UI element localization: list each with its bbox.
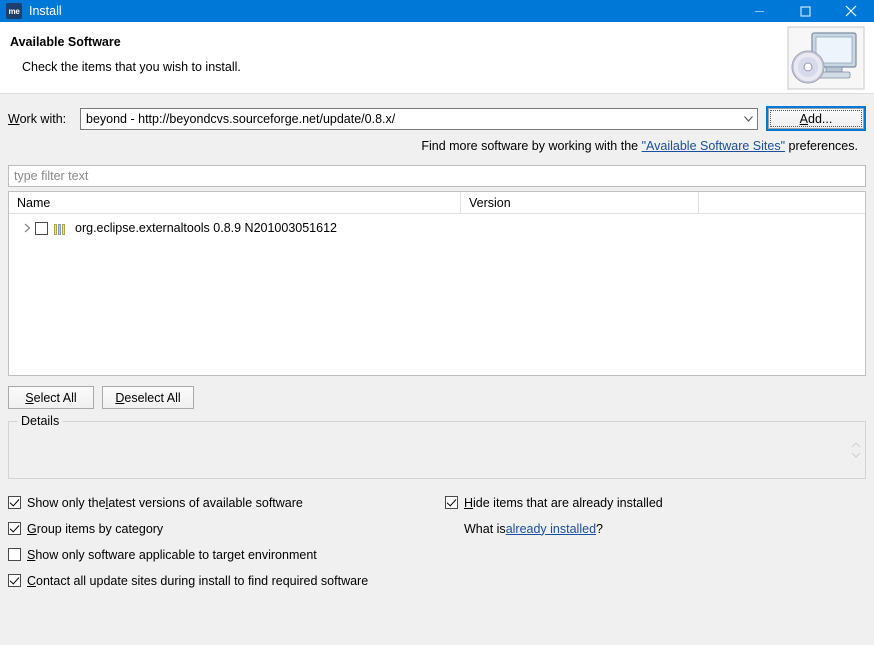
select-all-label: elect All [33, 390, 77, 405]
row-checkbox[interactable] [35, 221, 48, 235]
column-header-name[interactable]: Name [9, 192, 461, 214]
add-button[interactable]: Add... [768, 108, 864, 129]
scroll-spinner-icon[interactable] [849, 430, 863, 470]
page-subtitle: Check the items that you wish to install… [22, 60, 241, 74]
tree-body: org.eclipse.externaltools 0.8.9 N2010030… [9, 214, 865, 238]
details-legend: Details [17, 414, 64, 428]
add-button-label: dd... [808, 111, 833, 126]
selection-buttons: Select All Deselect All [8, 386, 866, 409]
maximize-icon[interactable] [782, 0, 828, 22]
window-title: Install [29, 4, 62, 18]
what-is-already-installed: What is already installed? [464, 519, 845, 538]
deselect-all-button[interactable]: Deselect All [102, 386, 194, 409]
option-hide-installed-label: ide items that are already installed [473, 495, 663, 510]
option-hide-installed[interactable]: Hide items that are already installed [445, 493, 845, 512]
add-button-accel: A [799, 111, 808, 126]
option-contact-update-sites-label: ontact all update sites during install t… [36, 573, 369, 588]
title-bar: me Install [0, 0, 874, 22]
deselect-all-label: eselect All [124, 390, 181, 405]
minimize-icon[interactable] [736, 0, 782, 22]
find-more-prefix: Find more software by working with the [421, 139, 642, 153]
work-with-label: Work with: [8, 112, 80, 126]
option-latest-versions-label: atest versions of available software [108, 495, 303, 510]
option-latest-versions[interactable]: Show only the l atest versions of availab… [8, 493, 438, 512]
work-with-combobox[interactable]: beyond - http://beyondcvs.sourceforge.ne… [80, 107, 758, 130]
feature-bundle-icon [54, 221, 70, 235]
option-group-by-category-label: roup items by category [36, 521, 164, 536]
column-header-version[interactable]: Version [461, 192, 699, 214]
option-contact-update-sites[interactable]: Contact all update sites during install … [8, 571, 438, 590]
option-latest-versions-pre: Show only the [27, 495, 106, 510]
filter-placeholder: type filter text [14, 169, 89, 183]
select-all-accel: S [25, 390, 34, 405]
what-is-prefix: What is [464, 521, 506, 536]
option-latest-versions-checkbox[interactable] [8, 496, 21, 509]
column-header-empty[interactable] [699, 192, 865, 214]
dialog-header: Available Software Check the items that … [0, 22, 874, 94]
option-target-environment-checkbox[interactable] [8, 548, 21, 561]
page-title: Available Software [10, 35, 121, 49]
already-installed-link[interactable]: already installed [506, 522, 596, 536]
work-with-value: beyond - http://beyondcvs.sourceforge.ne… [86, 111, 396, 126]
option-hide-installed-accel: H [464, 495, 474, 510]
option-target-environment-accel: S [27, 547, 36, 562]
tree-header: Name Version [9, 192, 865, 214]
filter-input[interactable]: type filter text [8, 165, 866, 187]
find-more-suffix: preferences. [785, 139, 859, 153]
window-controls [736, 0, 874, 22]
option-target-environment[interactable]: Show only software applicable to target … [8, 545, 438, 564]
select-all-button[interactable]: Select All [8, 386, 94, 409]
chevron-right-icon[interactable] [19, 220, 35, 236]
work-with-label-rest: ork with: [19, 111, 67, 126]
options-right-column: Hide items that are already installed Wh… [445, 493, 845, 538]
table-row[interactable]: org.eclipse.externaltools 0.8.9 N2010030… [9, 218, 865, 238]
option-hide-installed-checkbox[interactable] [445, 496, 458, 509]
dialog-body: Work with: beyond - http://beyondcvs.sou… [0, 94, 874, 644]
work-with-label-accel: W [8, 111, 20, 126]
option-group-by-category[interactable]: Group items by category [8, 519, 438, 538]
app-icon: me [6, 3, 22, 19]
computer-with-disc-icon [786, 25, 866, 91]
details-group: Details [8, 414, 866, 479]
deselect-all-accel: D [115, 390, 125, 405]
row-name: org.eclipse.externaltools 0.8.9 N2010030… [75, 221, 337, 235]
option-contact-update-sites-accel: C [27, 573, 37, 588]
option-contact-update-sites-checkbox[interactable] [8, 574, 21, 587]
options-area: Show only the l atest versions of availab… [8, 493, 866, 603]
work-with-row: Work with: beyond - http://beyondcvs.sou… [8, 94, 866, 131]
option-group-by-category-accel: G [27, 521, 37, 536]
available-software-sites-link[interactable]: "Available Software Sites" [642, 139, 785, 153]
what-is-suffix: ? [596, 521, 603, 536]
close-icon[interactable] [828, 0, 874, 22]
options-left-column: Show only the l atest versions of availab… [8, 493, 438, 597]
chevron-down-icon[interactable] [739, 109, 757, 129]
option-target-environment-label: how only software applicable to target e… [35, 547, 317, 562]
option-group-by-category-checkbox[interactable] [8, 522, 21, 535]
find-more-software-text: Find more software by working with the "… [8, 131, 866, 153]
available-software-tree[interactable]: Name Version org.eclipse.externaltools 0… [8, 191, 866, 376]
add-button-focus-ring: Add... [766, 106, 866, 131]
